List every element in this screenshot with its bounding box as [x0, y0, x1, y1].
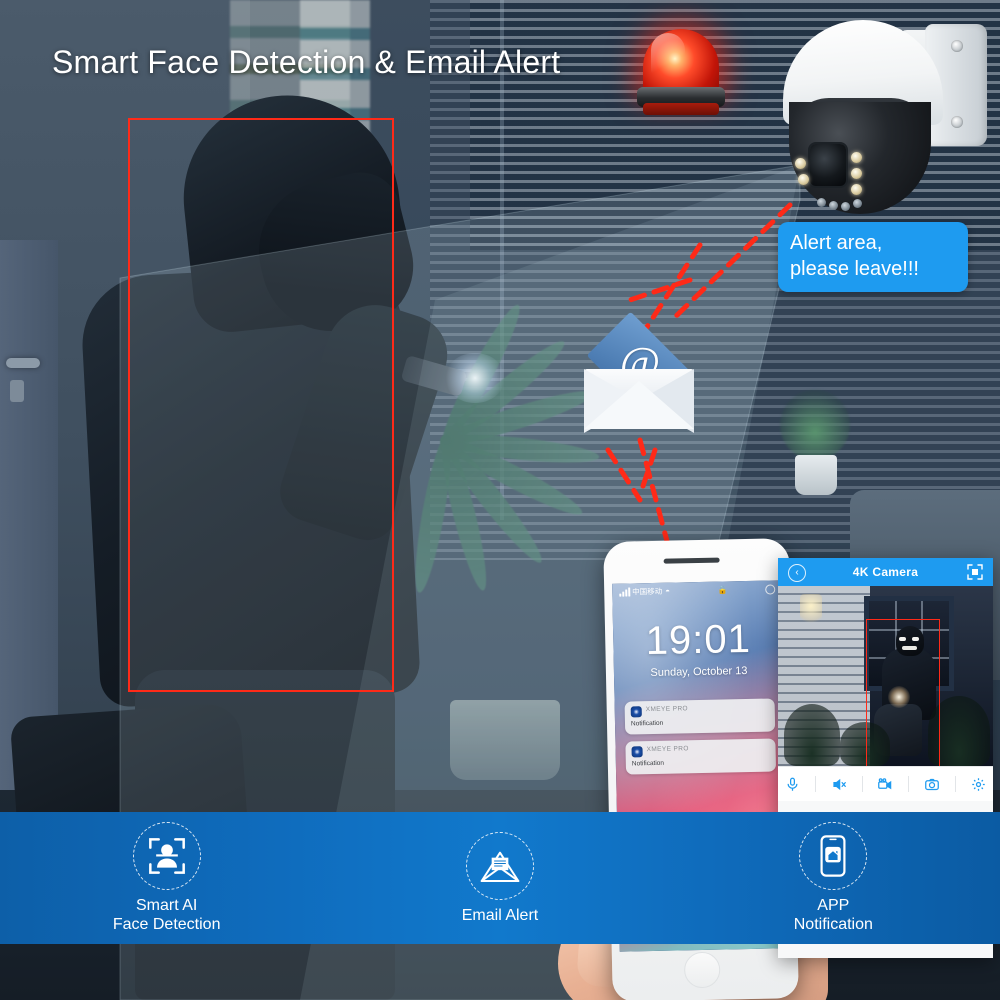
app-toolbar [778, 766, 993, 801]
door-handle [6, 358, 40, 368]
feature-label: Smart AI Face Detection [112, 897, 221, 933]
feature-label: APP Notification [793, 897, 873, 933]
back-chevron-icon[interactable]: ‹ [788, 564, 806, 582]
wifi-icon: ◓ [665, 586, 671, 596]
product-marketing-image: Smart Face Detection & Email Alert Alert… [0, 0, 1000, 1000]
microphone-icon[interactable] [785, 777, 800, 792]
face-detection-box [128, 118, 394, 692]
live-video-feed[interactable] [778, 586, 993, 766]
battery-icon [765, 584, 776, 595]
video-record-icon[interactable] [877, 777, 893, 792]
app-header: ‹ 4K Camera [778, 558, 993, 586]
feature-email-alert: Email Alert [333, 831, 666, 925]
feature-highlight-bar: Smart AI Face Detection Email Alert APP … [0, 812, 1000, 944]
alert-bubble-text: Alert area, please leave!!! [790, 232, 919, 280]
app-phone-icon [799, 822, 868, 890]
small-plant [780, 390, 850, 460]
alert-speech-bubble: Alert area, please leave!!! [778, 222, 968, 292]
app-title: 4K Camera [852, 565, 919, 579]
signal-bars-icon [619, 586, 631, 597]
settings-gear-icon[interactable] [971, 777, 986, 792]
notification-app-name: XMEYE PRO [646, 745, 689, 754]
carrier-label: 中国移动 [632, 586, 663, 596]
feature-label: Email Alert [461, 906, 539, 924]
face-detection-icon [132, 822, 201, 890]
door-lock [10, 380, 24, 402]
page-title: Smart Face Detection & Email Alert [52, 44, 561, 80]
notification-card[interactable]: XMEYE PRO Notification [624, 698, 776, 735]
notification-message: Notification [631, 759, 665, 768]
feature-app-notification: APP Notification [667, 822, 1000, 934]
app-detection-box [866, 619, 940, 766]
ptz-dome-camera-icon [765, 12, 995, 227]
flashlight-glow [445, 353, 505, 403]
home-button[interactable] [683, 951, 721, 989]
speaker-mute-icon[interactable] [831, 777, 847, 792]
email-envelope-icon: @ [580, 311, 698, 433]
notification-card[interactable]: XMEYE PRO Notification [625, 738, 777, 775]
phone-earpiece [663, 557, 720, 564]
feature-face-detection: Smart AI Face Detection [0, 822, 333, 934]
small-plant-pot [795, 455, 837, 495]
red-alarm-siren-icon [635, 25, 727, 117]
notification-message: Notification [630, 719, 664, 728]
snapshot-camera-icon[interactable] [924, 777, 940, 792]
email-envelope-icon [465, 831, 534, 900]
lockscreen-time: 19:01 [645, 616, 752, 664]
lock-icon: 🔒 [717, 584, 728, 595]
app-icon [630, 706, 642, 718]
app-icon [631, 746, 643, 758]
notification-app-name: XMEYE PRO [645, 705, 689, 714]
fullscreen-icon[interactable] [967, 564, 983, 580]
